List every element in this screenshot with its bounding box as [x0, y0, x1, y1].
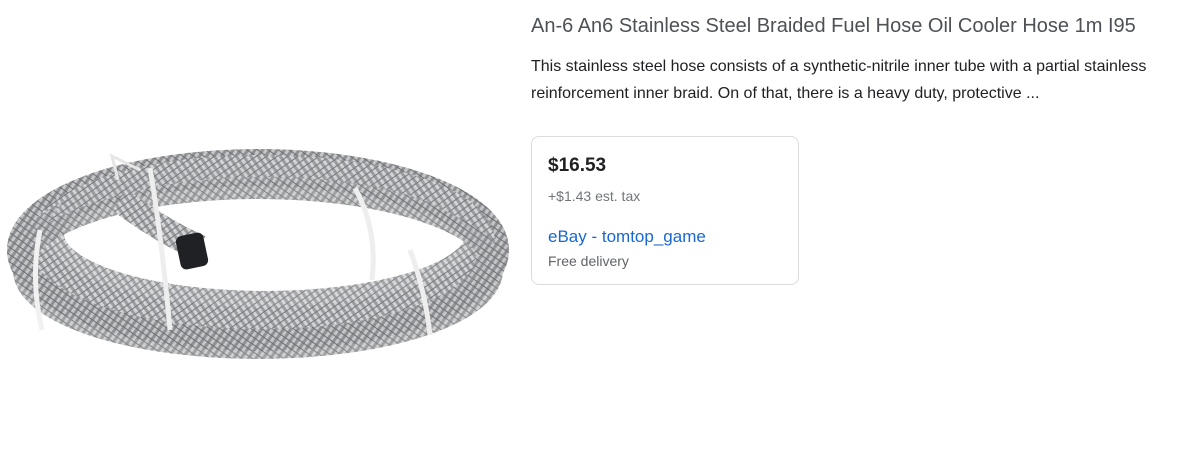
- offer-card[interactable]: $16.53 +$1.43 est. tax eBay - tomtop_gam…: [531, 136, 799, 285]
- delivery-info: Free delivery: [548, 253, 629, 269]
- braided-hose-image: [7, 149, 509, 359]
- tax-estimate: +$1.43 est. tax: [548, 188, 641, 204]
- product-title[interactable]: An-6 An6 Stainless Steel Braided Fuel Ho…: [531, 12, 1183, 40]
- product-description: This stainless steel hose consists of a …: [531, 53, 1183, 107]
- product-image[interactable]: [0, 130, 515, 370]
- seller-link[interactable]: eBay - tomtop_game: [548, 227, 706, 247]
- description-line: reinforcement inner braid. On of that, t…: [531, 85, 1040, 102]
- price: $16.53: [548, 155, 607, 176]
- shopping-result: An-6 An6 Stainless Steel Braided Fuel Ho…: [0, 0, 1183, 460]
- description-line: This stainless steel hose consists of a …: [531, 58, 1147, 75]
